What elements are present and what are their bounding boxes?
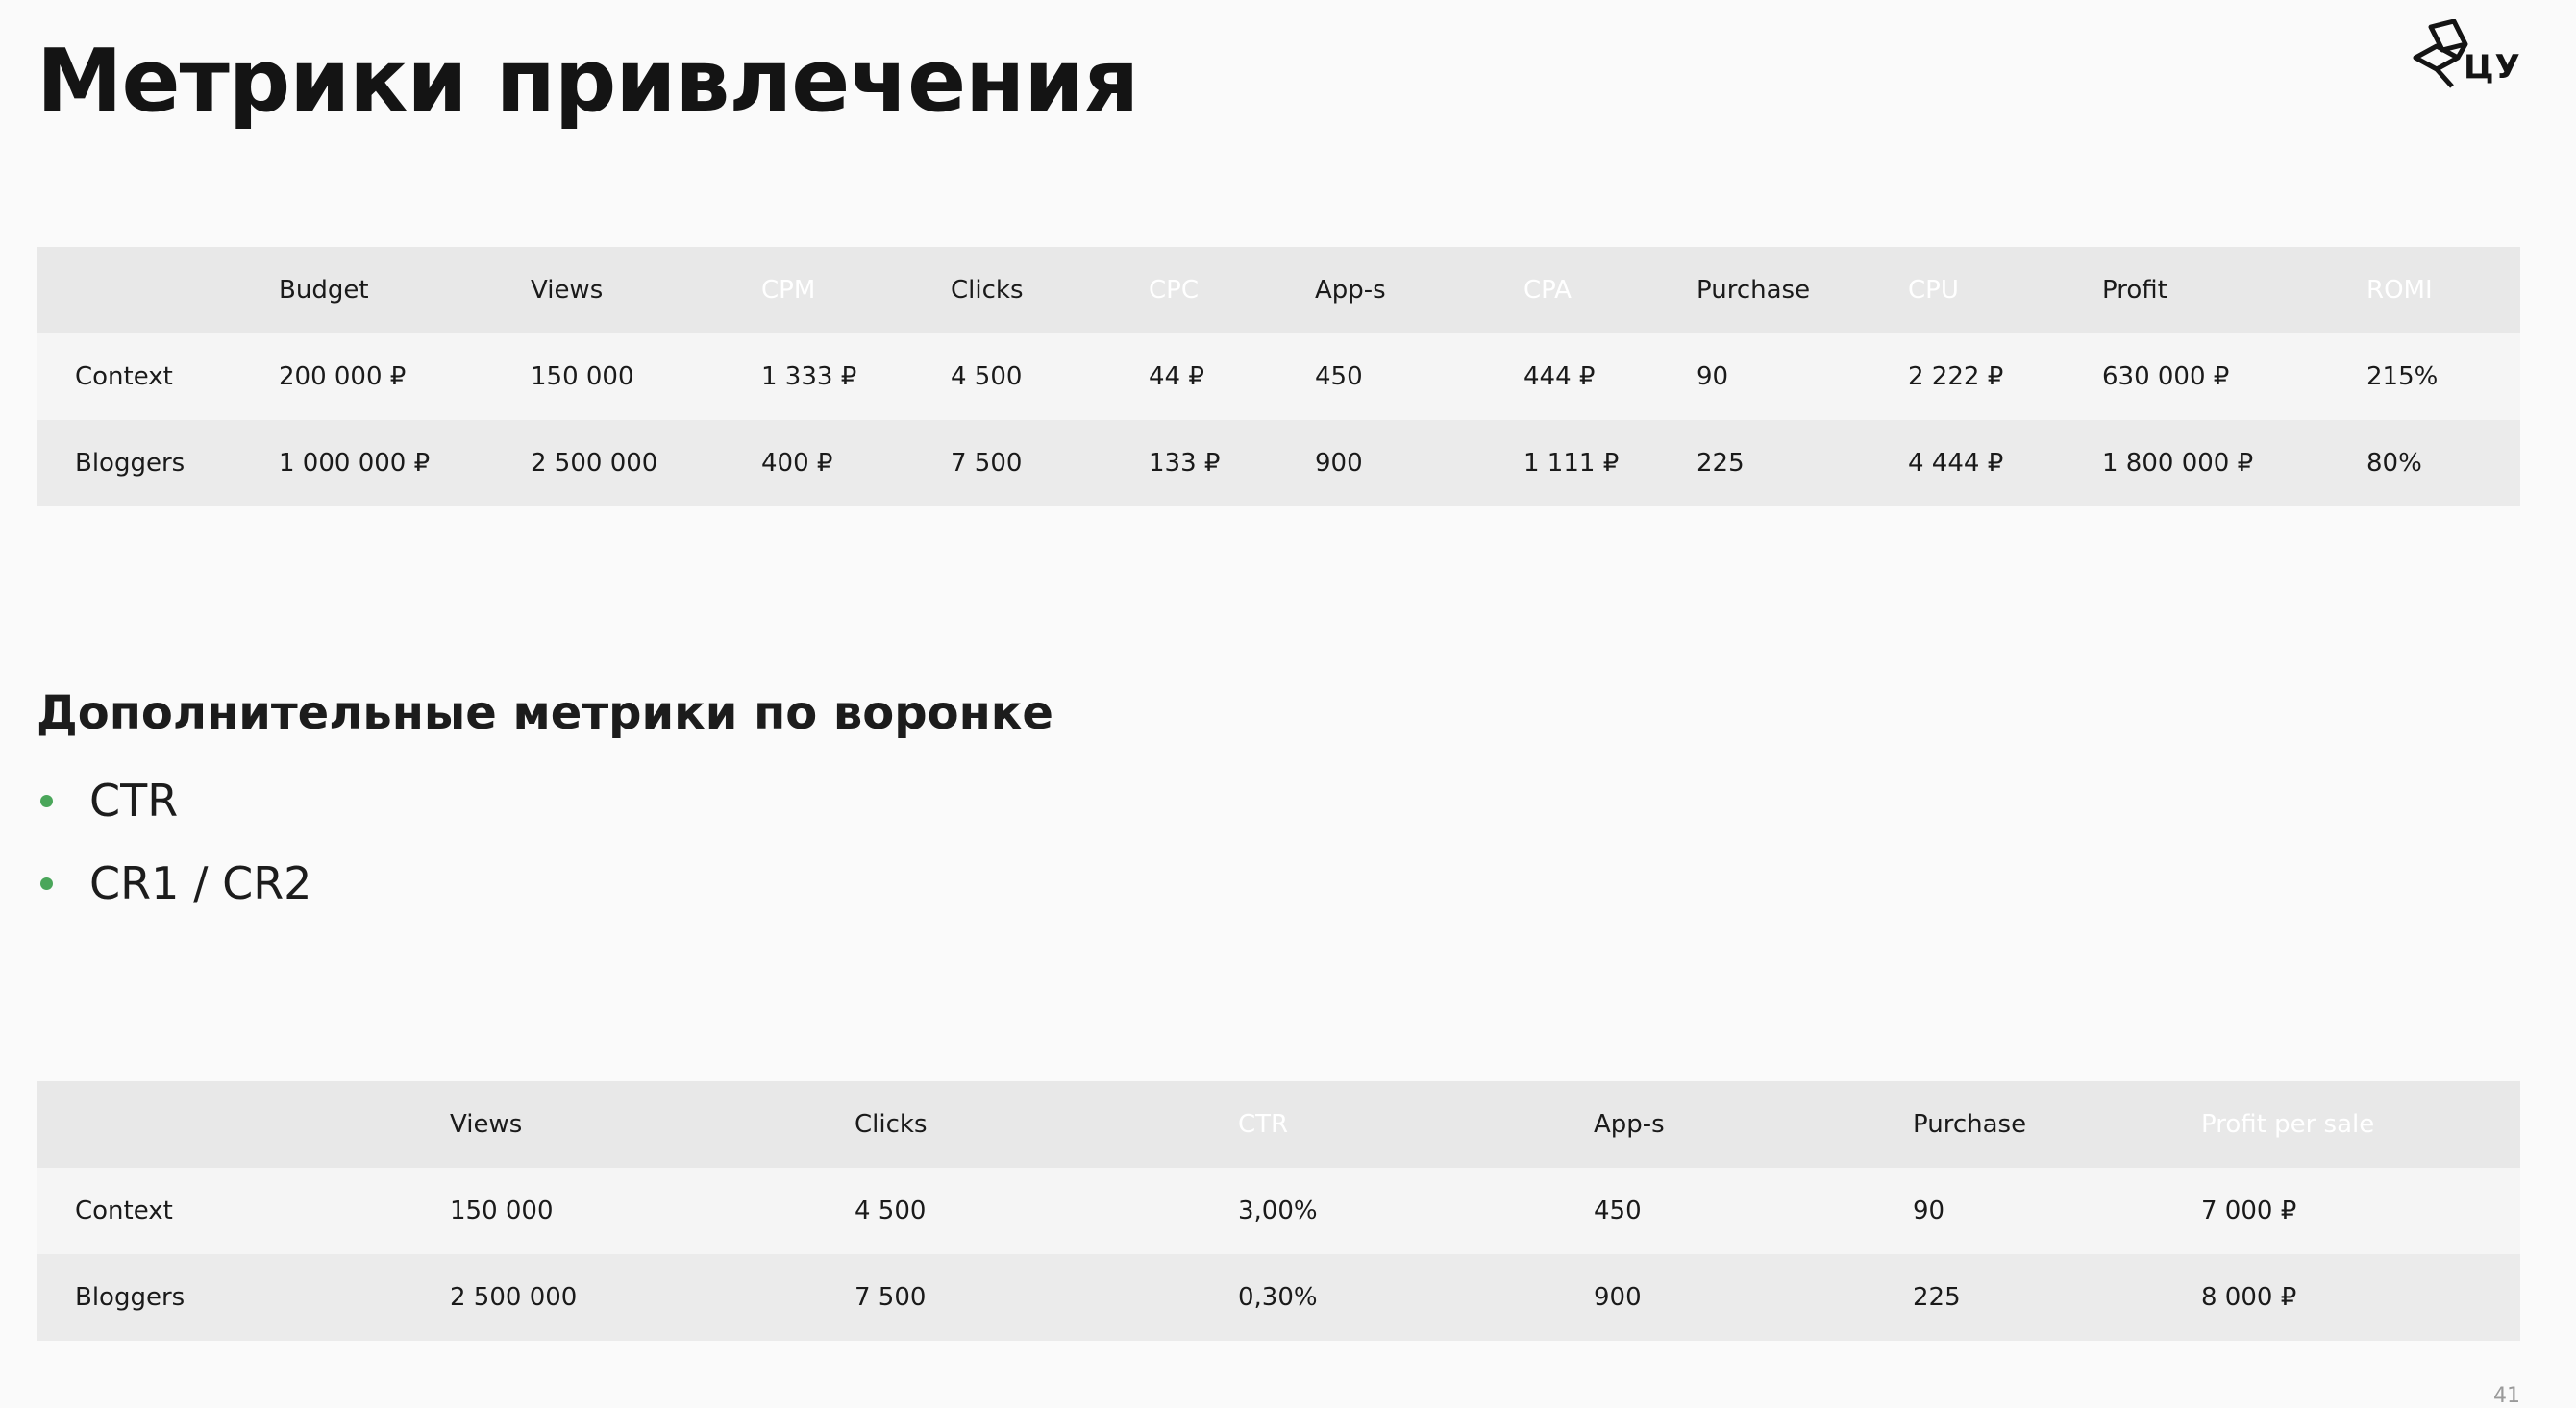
table-row: Context 150 000 4 500 3,00% 450 90 7 000… (37, 1168, 2520, 1254)
bullet-dot-icon (40, 877, 53, 890)
list-item-text: CTR (89, 775, 179, 827)
header-cell-cpm: CPM (723, 247, 912, 333)
table-cell: 1 111 ₽ (1485, 420, 1658, 506)
header-cell-apps: App-s (1555, 1081, 1874, 1168)
table-cell: 4 444 ₽ (1870, 420, 2064, 506)
table-row: Bloggers 1 000 000 ₽ 2 500 000 400 ₽ 7 5… (37, 420, 2520, 506)
table-cell: 630 000 ₽ (2064, 333, 2328, 420)
list-item-text: CR1 / CR2 (89, 857, 312, 909)
table-row: Context 200 000 ₽ 150 000 1 333 ₽ 4 500 … (37, 333, 2520, 420)
table-cell: 400 ₽ (723, 420, 912, 506)
table-cell: 450 (1276, 333, 1485, 420)
table-cell: 2 500 000 (492, 420, 723, 506)
table-cell: 7 500 (912, 420, 1110, 506)
table-cell: 1 333 ₽ (723, 333, 912, 420)
list-item: CTR (37, 759, 311, 842)
table-cell: 225 (1658, 420, 1870, 506)
header-cell-budget: Budget (240, 247, 492, 333)
table-cell: 225 (1874, 1254, 2163, 1341)
table-cell: 80% (2328, 420, 2520, 506)
table-cell: 900 (1555, 1254, 1874, 1341)
header-cell-profit: Profit (2064, 247, 2328, 333)
header-cell-views: Views (492, 247, 723, 333)
table-cell: 150 000 (492, 333, 723, 420)
table-cell: 90 (1658, 333, 1870, 420)
header-cell-empty (37, 247, 240, 333)
header-cell-cpa: CPA (1485, 247, 1658, 333)
page-title: Метрики привлечения (37, 31, 1139, 132)
acquisition-metrics-table: Budget Views CPM Clicks CPC App-s CPA Pu… (37, 247, 2520, 506)
table-cell: 215% (2328, 333, 2520, 420)
bullet-dot-icon (40, 795, 53, 807)
table-cell: 44 ₽ (1110, 333, 1276, 420)
table-header-row: Views Clicks CTR App-s Purchase Profit p… (37, 1081, 2520, 1168)
table-cell: 7 500 (816, 1254, 1200, 1341)
table-cell: 133 ₽ (1110, 420, 1276, 506)
table-row: Bloggers 2 500 000 7 500 0,30% 900 225 8… (37, 1254, 2520, 1341)
row-label: Bloggers (37, 420, 240, 506)
funnel-metrics-table: Views Clicks CTR App-s Purchase Profit p… (37, 1081, 2520, 1341)
header-cell-purchase: Purchase (1658, 247, 1870, 333)
header-cell-clicks: Clicks (816, 1081, 1200, 1168)
header-cell-cpu: CPU (1870, 247, 2064, 333)
row-label: Context (37, 333, 240, 420)
header-cell-clicks: Clicks (912, 247, 1110, 333)
table-cell: 900 (1276, 420, 1485, 506)
table-cell: 450 (1555, 1168, 1874, 1254)
page-number: 41 (2493, 1384, 2520, 1408)
table-cell: 444 ₽ (1485, 333, 1658, 420)
header-cell-ctr: CTR (1200, 1081, 1555, 1168)
header-cell-purchase: Purchase (1874, 1081, 2163, 1168)
table-cell: 8 000 ₽ (2163, 1254, 2520, 1341)
table-cell: 0,30% (1200, 1254, 1555, 1341)
header-cell-views: Views (411, 1081, 816, 1168)
row-label: Context (37, 1168, 411, 1254)
header-cell-empty (37, 1081, 411, 1168)
table-cell: 1 000 000 ₽ (240, 420, 492, 506)
logo: ЦУ (2408, 19, 2521, 98)
bullet-list: CTR CR1 / CR2 (37, 759, 311, 925)
header-cell-cpc: CPC (1110, 247, 1276, 333)
table-cell: 2 500 000 (411, 1254, 816, 1341)
table-cell: 90 (1874, 1168, 2163, 1254)
table-cell: 200 000 ₽ (240, 333, 492, 420)
section-subtitle: Дополнительные метрики по воронке (37, 686, 1053, 740)
list-item: CR1 / CR2 (37, 842, 311, 925)
table-header-row: Budget Views CPM Clicks CPC App-s CPA Pu… (37, 247, 2520, 333)
table-cell: 4 500 (816, 1168, 1200, 1254)
header-cell-romi: ROMI (2328, 247, 2520, 333)
table-cell: 4 500 (912, 333, 1110, 420)
table-cell: 1 800 000 ₽ (2064, 420, 2328, 506)
table-cell: 3,00% (1200, 1168, 1555, 1254)
logo-text: ЦУ (2464, 48, 2521, 86)
table-cell: 150 000 (411, 1168, 816, 1254)
row-label: Bloggers (37, 1254, 411, 1341)
table-cell: 7 000 ₽ (2163, 1168, 2520, 1254)
header-cell-apps: App-s (1276, 247, 1485, 333)
table-cell: 2 222 ₽ (1870, 333, 2064, 420)
header-cell-profit-per-sale: Profit per sale (2163, 1081, 2520, 1168)
